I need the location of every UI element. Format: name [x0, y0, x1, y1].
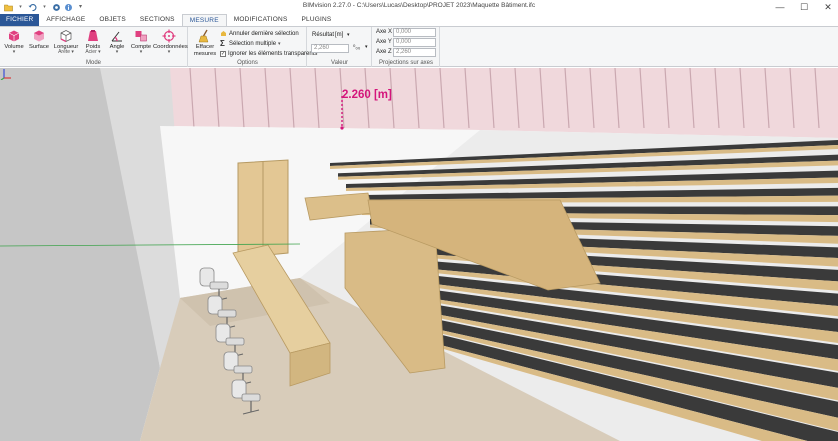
tab-plugins[interactable]: PLUGINS: [295, 14, 339, 26]
value-group: Résultat [m] ▾ 2,260 ⁰₀₀ ▾ Valeur: [308, 27, 372, 67]
longueur-button[interactable]: Longueur Arête ▾: [52, 29, 80, 59]
result-value-field[interactable]: 2,260: [311, 44, 349, 53]
value-group-label: Valeur: [331, 60, 348, 66]
axis-z-label: Axe Z: [376, 49, 392, 55]
crosshair-icon: [162, 29, 176, 43]
undo-selection-icon: [221, 31, 226, 36]
compte-button[interactable]: Compte ▾: [128, 29, 154, 59]
angle-icon: [111, 31, 122, 42]
projections-group: Axe X 0,000 Axe Y 0,000 Axe Z 2,260 Proj…: [373, 27, 440, 67]
chevron-down-icon[interactable]: ▾: [347, 32, 350, 38]
weight-icon: [88, 30, 98, 41]
mode-group: Volume ▾ Surface Longueur Arête ▾ Poids …: [0, 27, 188, 67]
unit-selector[interactable]: [m]: [335, 32, 343, 38]
edge-length-icon: [60, 30, 72, 43]
undo-last-selection[interactable]: Annuler dernière sélection: [220, 29, 299, 38]
chair-seat: [209, 281, 229, 290]
title-bar: ▾ ▾ ▾ BIMvision 2.27.0 - C:\Users\Lucas\…: [0, 0, 838, 14]
chair-seat: [217, 309, 237, 318]
chevron-down-icon[interactable]: ▾: [16, 3, 25, 12]
tab-modifications[interactable]: MODIFICATIONS: [227, 14, 295, 26]
chair-seat: [225, 337, 245, 346]
tab-affichage[interactable]: AFFICHAGE: [39, 14, 92, 26]
chair-seat: [241, 393, 261, 402]
precision-selector[interactable]: ⁰₀₀: [353, 44, 360, 51]
ignore-transparent-checkbox[interactable]: ✓ Ignorer les éléments transparents: [220, 49, 317, 58]
multi-selection[interactable]: Σ Sélection multiple ▾: [220, 39, 281, 48]
surface-icon: [34, 30, 44, 42]
window-title: BIMvision 2.27.0 - C:\Users\Lucas\Deskto…: [302, 2, 536, 9]
tab-sections[interactable]: SECTIONS: [133, 14, 182, 26]
tab-objets[interactable]: OBJETS: [92, 14, 132, 26]
broom-icon: [198, 29, 209, 43]
ribbon-tabs: FICHIER AFFICHAGE OBJETS SECTIONS MESURE…: [0, 14, 838, 26]
result-label: Résultat: [312, 32, 335, 38]
maximize-button[interactable]: ☐: [798, 2, 810, 13]
options-group-label: Options: [237, 60, 258, 66]
mode-group-label: Mode: [85, 60, 101, 66]
measurement-point: [340, 126, 344, 130]
poids-button[interactable]: Poids Acier ▾: [80, 29, 106, 59]
axis-x-label: Axe X: [376, 29, 393, 35]
coordonnees-button[interactable]: Coordonnées ▾: [153, 29, 188, 59]
tab-fichier[interactable]: FICHIER: [0, 14, 40, 26]
tab-mesure[interactable]: MESURE: [181, 14, 227, 26]
3d-model-scene[interactable]: [0, 68, 838, 441]
info-icon[interactable]: [64, 3, 73, 12]
clear-measures-button[interactable]: Effacer mesures: [191, 29, 219, 59]
3d-viewport[interactable]: 2.260 [m]: [0, 68, 838, 441]
folder-open-icon[interactable]: [4, 3, 13, 12]
chevron-down-icon[interactable]: ▾: [40, 3, 49, 12]
volume-button[interactable]: Volume ▾: [1, 29, 27, 59]
surface-button[interactable]: Surface: [26, 29, 52, 59]
projections-group-label: Projections sur axes: [378, 60, 434, 66]
measurement-label: 2.260 [m]: [342, 89, 392, 101]
undo-icon[interactable]: [28, 3, 37, 12]
angle-button[interactable]: Angle ▾: [104, 29, 130, 59]
sigma-icon: Σ: [220, 39, 225, 48]
chevron-down-icon[interactable]: ▾: [365, 44, 368, 50]
chevron-down-icon[interactable]: ▾: [278, 41, 281, 47]
quick-access-toolbar: ▾ ▾ ▾: [0, 0, 85, 14]
chair-seat: [233, 365, 253, 374]
minimize-button[interactable]: —: [774, 2, 786, 12]
axis-gizmo-icon[interactable]: [0, 68, 12, 80]
axis-x-field[interactable]: 0,000: [393, 28, 436, 37]
window-controls: — ☐ ✕: [774, 0, 834, 14]
checkbox-checked-icon[interactable]: ✓: [220, 50, 226, 57]
options-group: Effacer mesures Annuler dernière sélecti…: [189, 27, 317, 67]
axis-z-field[interactable]: 2,260: [393, 48, 436, 57]
customize-icon[interactable]: ▾: [76, 3, 85, 12]
close-button[interactable]: ✕: [822, 2, 834, 13]
axis-y-field[interactable]: 0,000: [393, 38, 436, 47]
count-icon: [135, 31, 147, 42]
volume-icon: [8, 30, 20, 42]
axis-y-label: Axe Y: [376, 39, 392, 45]
record-icon[interactable]: [52, 3, 61, 12]
ribbon-panel: Volume ▾ Surface Longueur Arête ▾ Poids …: [0, 26, 838, 67]
